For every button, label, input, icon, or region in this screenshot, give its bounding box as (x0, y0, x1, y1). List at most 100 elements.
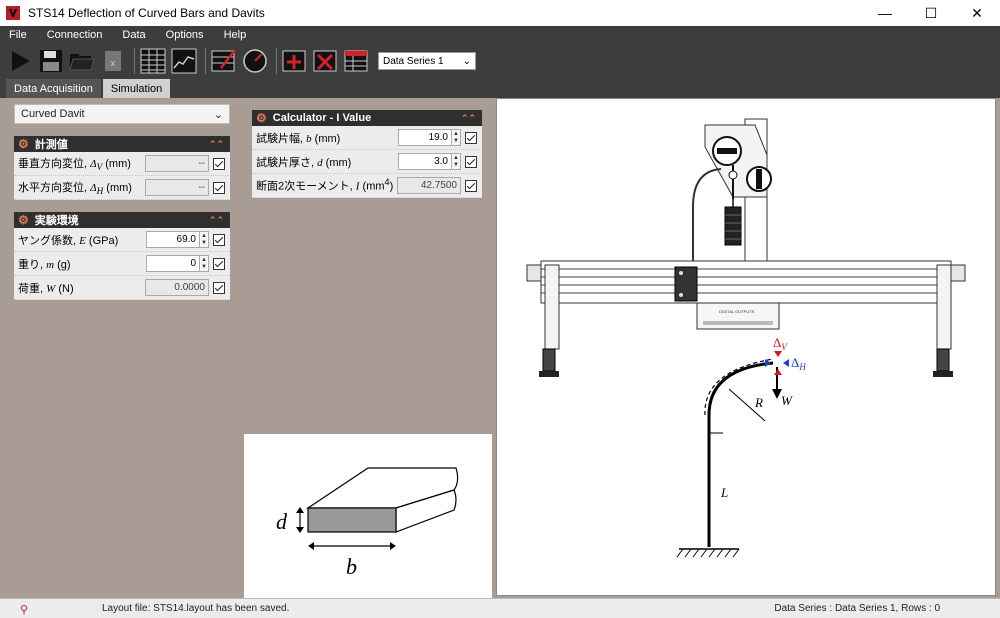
tab-data-acquisition[interactable]: Data Acquisition (6, 79, 101, 98)
toolbar-separator (276, 48, 277, 74)
cross-section-diagram: d b (244, 434, 492, 598)
specimen-width-stepper[interactable]: ▲ ▼ (452, 129, 461, 146)
collapse-icon[interactable]: ⌃⌃ (209, 136, 224, 152)
youngs-modulus-stepper[interactable]: ▲ ▼ (200, 231, 209, 248)
toolbar: x Data Series 1 ⌄ (0, 44, 1000, 78)
table-view-button[interactable] (139, 47, 167, 75)
second-moment-label: 断面2次モーメント, I (mm4) (256, 177, 394, 193)
cross-section-svg: d b (276, 467, 459, 579)
toolbar-separator (134, 48, 135, 74)
delete-series-icon (313, 50, 337, 72)
open-button[interactable] (68, 47, 96, 75)
weight-mass-checkbox[interactable] (213, 257, 225, 270)
export-excel-button[interactable]: x (99, 47, 127, 75)
specimen-width-label: 試験片幅, b (mm) (256, 132, 341, 145)
graph-view-button[interactable] (170, 47, 198, 75)
chevron-down-icon: ⌄ (462, 55, 471, 67)
vertical-displacement-label: 垂直方向変位, ΔV (mm) (18, 157, 131, 173)
series-info: Data Series : Data Series 1, Rows : 0 (774, 603, 940, 614)
calculator-title: Calculator - I Value (272, 112, 372, 124)
width-b-label: b (346, 554, 357, 579)
length-l-label: L (720, 485, 728, 500)
gauge-icon (243, 49, 267, 73)
maximize-button[interactable]: ☐ (908, 0, 954, 26)
youngs-modulus-label: ヤング係数, E (GPa) (18, 234, 119, 247)
measurements-header[interactable]: ⚙ 計測値 ⌃⌃ (14, 136, 230, 152)
environment-row: 荷重, W (N) 0.0000 (14, 276, 230, 300)
play-icon (12, 51, 30, 71)
tab-simulation[interactable]: Simulation (102, 79, 171, 98)
specimen-width-checkbox[interactable] (465, 131, 477, 144)
environment-header[interactable]: ⚙ 実験環境 ⌃⌃ (14, 212, 230, 228)
gear-icon: ⚙ (18, 213, 29, 227)
specimen-thickness-checkbox[interactable] (465, 155, 477, 168)
specimen-thickness-label: 試験片厚さ, d (mm) (256, 156, 352, 169)
add-series-icon (282, 50, 306, 72)
calculator-row: 試験片厚さ, d (mm) 3.0 ▲ ▼ (252, 150, 482, 174)
edit-series-button[interactable] (210, 47, 238, 75)
save-button[interactable] (37, 47, 65, 75)
menu-connection[interactable]: Connection (44, 29, 106, 41)
vertical-displacement-checkbox[interactable] (213, 157, 225, 170)
apparatus-panel: DIGITAL OUTPUTS R W ΔV ΔH L (496, 98, 996, 596)
collapse-icon[interactable]: ⌃⌃ (461, 110, 476, 126)
excel-icon: x (105, 51, 121, 71)
load-checkbox[interactable] (213, 281, 225, 294)
youngs-modulus-input[interactable]: 69.0 (146, 231, 200, 248)
zero-button[interactable] (241, 47, 269, 75)
graph-icon (171, 48, 197, 74)
folder-icon (69, 54, 95, 71)
data-series-select[interactable]: Data Series 1 ⌄ (378, 52, 476, 70)
environment-row: ヤング係数, E (GPa) 69.0 ▲ ▼ (14, 228, 230, 252)
menu-help[interactable]: Help (221, 29, 250, 41)
toolbar-separator (205, 48, 206, 74)
specimen-thickness-stepper[interactable]: ▲ ▼ (452, 153, 461, 170)
youngs-modulus-checkbox[interactable] (213, 233, 225, 246)
delete-series-button[interactable] (312, 47, 340, 75)
edit-table-icon (211, 49, 236, 72)
add-series-button[interactable] (281, 47, 309, 75)
series-table-icon (344, 50, 368, 72)
collapse-icon[interactable]: ⌃⌃ (209, 212, 224, 228)
measurements-group: ⚙ 計測値 ⌃⌃ 垂直方向変位, ΔV (mm) -- 水平方向変位, ΔH (… (14, 136, 230, 200)
minimize-button[interactable]: — (862, 0, 908, 26)
menu-options[interactable]: Options (163, 29, 207, 41)
second-moment-checkbox[interactable] (465, 179, 477, 192)
calculator-header[interactable]: ⚙ Calculator - I Value ⌃⌃ (252, 110, 482, 126)
horizontal-displacement-label: 水平方向変位, ΔH (mm) (18, 181, 132, 197)
save-icon (40, 50, 62, 72)
series-properties-button[interactable] (343, 47, 371, 75)
tab-bar: Data Acquisition Simulation (0, 78, 1000, 98)
calculator-row: 試験片幅, b (mm) 19.0 ▲ ▼ (252, 126, 482, 150)
gear-icon: ⚙ (18, 137, 29, 151)
window-title: STS14 Deflection of Curved Bars and Davi… (28, 6, 265, 20)
second-moment-value: 42.7500 (397, 177, 461, 194)
environment-row: 重り, m (g) 0 ▲ ▼ (14, 252, 230, 276)
model-select[interactable]: Curved Davit ⌄ (14, 104, 230, 124)
measurement-row: 垂直方向変位, ΔV (mm) -- (14, 152, 230, 176)
menu-bar: File Connection Data Options Help (0, 26, 1000, 44)
measurement-row: 水平方向変位, ΔH (mm) -- (14, 176, 230, 200)
menu-file[interactable]: File (6, 29, 30, 41)
status-message: Layout file: STS14.layout has been saved… (102, 603, 290, 614)
horizontal-displacement-checkbox[interactable] (213, 181, 225, 194)
environment-group: ⚙ 実験環境 ⌃⌃ ヤング係数, E (GPa) 69.0 ▲ ▼ 重り, m (… (14, 212, 230, 300)
calculator-row: 断面2次モーメント, I (mm4) 42.7500 (252, 174, 482, 198)
specimen-width-input[interactable]: 19.0 (398, 129, 452, 146)
data-series-value: Data Series 1 (383, 55, 444, 67)
menu-data[interactable]: Data (119, 29, 148, 41)
weight-mass-stepper[interactable]: ▲ ▼ (200, 255, 209, 272)
thickness-d-label: d (276, 509, 288, 534)
delta-h-label: ΔH (791, 355, 806, 372)
vertical-displacement-value: -- (145, 155, 209, 172)
app-logo-icon (6, 6, 20, 20)
weight-mass-label: 重り, m (g) (18, 258, 71, 271)
specimen-thickness-input[interactable]: 3.0 (398, 153, 452, 170)
play-button[interactable] (6, 47, 34, 75)
table-icon (140, 48, 166, 74)
radius-label: R (754, 395, 763, 410)
weight-mass-input[interactable]: 0 (146, 255, 200, 272)
main-content: Curved Davit ⌄ ⚙ 計測値 ⌃⌃ 垂直方向変位, ΔV (mm) … (0, 98, 1000, 598)
close-button[interactable]: ✕ (954, 0, 1000, 26)
load-label: 荷重, W (N) (18, 282, 74, 295)
